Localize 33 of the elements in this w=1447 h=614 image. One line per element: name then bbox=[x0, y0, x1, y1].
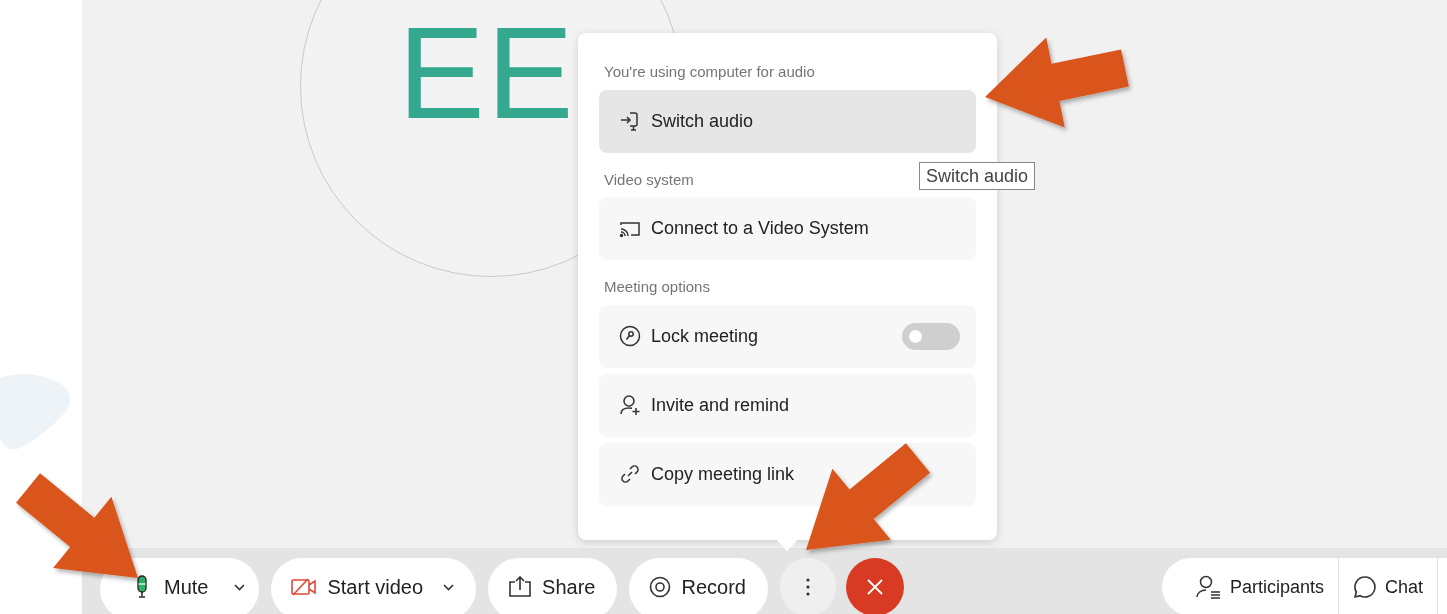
menu-item[interactable]: Invite and remind bbox=[599, 373, 976, 437]
end-call-button[interactable] bbox=[845, 558, 904, 614]
mute-button[interactable]: Mute bbox=[100, 558, 260, 614]
close-icon bbox=[866, 579, 883, 595]
record-icon bbox=[649, 576, 672, 598]
add-person-icon bbox=[619, 394, 641, 416]
menu-item[interactable]: Connect to a Video System bbox=[599, 197, 976, 260]
chevron-down-icon bbox=[234, 583, 246, 591]
participants-button[interactable]: Participants bbox=[1181, 558, 1338, 614]
section-heading: Video system bbox=[604, 169, 694, 190]
tooltip: Switch audio bbox=[919, 162, 1036, 190]
more-button[interactable] bbox=[779, 558, 836, 614]
menu-item[interactable]: Switch audio bbox=[599, 89, 976, 153]
share-icon bbox=[508, 576, 533, 598]
record-button[interactable]: Record bbox=[629, 558, 768, 614]
avatar-initials: EE bbox=[398, 8, 576, 138]
microphone-icon bbox=[136, 575, 148, 599]
menu-item[interactable]: Lock meeting bbox=[599, 304, 976, 368]
share-button[interactable]: Share bbox=[488, 558, 618, 614]
toggle-switch[interactable] bbox=[902, 322, 960, 350]
lock-icon bbox=[619, 325, 641, 347]
more-icon bbox=[805, 578, 810, 596]
section-heading: Meeting options bbox=[604, 277, 710, 297]
section-heading: You're using computer for audio bbox=[604, 62, 815, 82]
chevron-down-icon bbox=[443, 583, 455, 591]
cast-icon bbox=[619, 219, 641, 238]
audio-switch-icon bbox=[620, 110, 640, 132]
chat-button[interactable]: Chat bbox=[1337, 558, 1437, 614]
start-video-button[interactable]: Start video bbox=[271, 558, 477, 614]
chat-icon bbox=[1352, 575, 1377, 599]
participants-icon bbox=[1195, 575, 1222, 599]
link-icon bbox=[619, 463, 641, 485]
video-off-icon bbox=[291, 577, 318, 597]
